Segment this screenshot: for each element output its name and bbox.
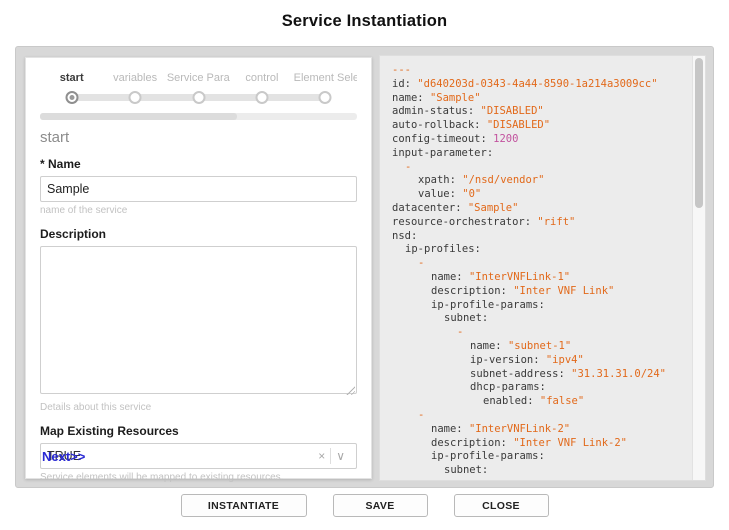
yaml-preview-panel: ---id: "d640203d-0343-4a44-8590-1a214a30… (379, 55, 706, 481)
code-lines: ---id: "d640203d-0343-4a44-8590-1a214a30… (380, 56, 692, 480)
step-circle-start[interactable] (65, 91, 78, 104)
save-button[interactable]: SAVE (333, 494, 428, 517)
name-input[interactable] (40, 176, 357, 202)
code-line: subnet: (392, 312, 692, 326)
name-field-helper: name of the service (40, 205, 357, 216)
description-textarea[interactable] (40, 246, 357, 394)
code-line: - (392, 161, 692, 175)
wizard-stepper (40, 90, 357, 106)
wizard-section-title: start (40, 129, 357, 146)
step-label-start[interactable]: start (40, 72, 103, 84)
code-line: nsd: (392, 230, 692, 244)
code-line: name: "subnet-1" (392, 340, 692, 354)
page-title: Service Instantiation (0, 12, 729, 31)
step-circle-variables[interactable] (129, 91, 142, 104)
footer-actions: INSTANTIATE SAVE CLOSE (0, 494, 729, 517)
step-label-service-params[interactable]: Service Params (167, 72, 230, 84)
step-circle-control[interactable] (255, 91, 268, 104)
map-resources-label: Map Existing Resources (40, 424, 357, 438)
code-line: input-parameter: (392, 147, 692, 161)
code-line: ip-version: "ipv4" (392, 354, 692, 368)
wizard-step-labels: start variables Service Params control E… (40, 72, 357, 84)
code-line: subnet-address: "31.31.31.0/24" (392, 368, 692, 382)
code-line: admin-status: "DISABLED" (392, 105, 692, 119)
code-line: - (392, 409, 692, 423)
code-line: dhcp-params: (392, 381, 692, 395)
code-line: name: "Sample" (392, 92, 692, 106)
code-line: subnet: (392, 464, 692, 478)
step-label-element-selection[interactable]: Element Selecti... (294, 72, 357, 84)
code-line: name: "InterVNFLink-1" (392, 271, 692, 285)
instantiate-button[interactable]: INSTANTIATE (181, 494, 307, 517)
chevron-down-icon[interactable]: ∨ (331, 449, 350, 463)
code-line: xpath: "/nsd/vendor" (392, 174, 692, 188)
service-instantiation-dialog: start variables Service Params control E… (15, 46, 714, 488)
description-field-helper: Details about this service (40, 402, 357, 413)
code-line: auto-rollback: "DISABLED" (392, 119, 692, 133)
description-field-wrap (40, 246, 357, 399)
code-line: name: "InterVNFLink-2" (392, 423, 692, 437)
code-line: enabled: "false" (392, 395, 692, 409)
code-line: --- (392, 64, 692, 78)
name-field-label: * Name (40, 157, 357, 171)
clear-icon[interactable]: × (313, 449, 330, 463)
code-line: config-timeout: 1200 (392, 133, 692, 147)
map-resources-value: TRUE (47, 449, 313, 463)
stepper-horizontal-scrollbar[interactable] (40, 113, 357, 120)
description-field-label: Description (40, 227, 357, 241)
stepper-scrollbar-thumb[interactable] (40, 113, 237, 120)
map-resources-helper: Service elements will be mapped to exist… (40, 472, 357, 483)
code-line: - (392, 257, 692, 271)
step-label-variables[interactable]: variables (103, 72, 166, 84)
code-line: ip-profile-params: (392, 299, 692, 313)
step-circle-element-selection[interactable] (319, 91, 332, 104)
code-scrollbar-thumb[interactable] (695, 58, 703, 208)
close-button[interactable]: CLOSE (454, 494, 549, 517)
code-line: - (392, 326, 692, 340)
step-circle-service-params[interactable] (192, 91, 205, 104)
code-line: description: "Inter VNF Link" (392, 285, 692, 299)
wizard-card: start variables Service Params control E… (25, 57, 372, 479)
map-resources-select[interactable]: TRUE × ∨ (40, 443, 357, 469)
code-line: ip-profile-params: (392, 450, 692, 464)
step-label-control[interactable]: control (230, 72, 293, 84)
code-line: ip-profiles: (392, 243, 692, 257)
code-line: value: "0" (392, 188, 692, 202)
code-line: datacenter: "Sample" (392, 202, 692, 216)
code-line: id: "d640203d-0343-4a44-8590-1a214a3009c… (392, 78, 692, 92)
code-panel-scrollbar[interactable] (692, 56, 705, 480)
code-line: resource-orchestrator: "rift" (392, 216, 692, 230)
next-link[interactable]: Next>> (42, 449, 85, 464)
code-line: description: "Inter VNF Link-2" (392, 437, 692, 451)
